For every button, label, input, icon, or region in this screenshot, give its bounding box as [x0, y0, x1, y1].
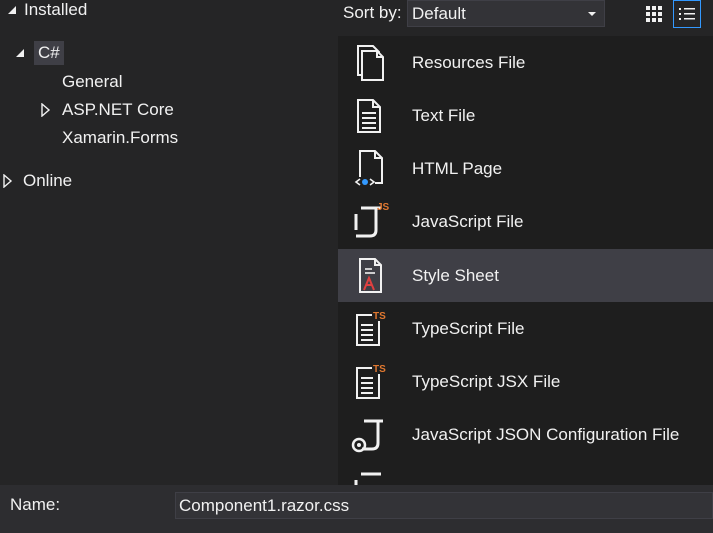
template-item-javascript-file[interactable]: JS JavaScript File — [338, 195, 713, 248]
chevron-down-icon — [588, 12, 596, 16]
expanded-triangle-icon — [8, 6, 16, 14]
sort-by-dropdown[interactable]: Default — [407, 0, 605, 27]
expanded-triangle-icon — [16, 49, 24, 57]
grid-view-icon — [646, 6, 662, 22]
typescript-file-icon: TS — [356, 308, 388, 346]
template-item-partial[interactable] — [338, 461, 713, 485]
name-field[interactable] — [175, 492, 713, 519]
template-item-typescript-jsx-file[interactable]: TS TypeScript JSX File — [338, 355, 713, 408]
javascript-json-config-icon — [351, 419, 383, 452]
sort-toolbar: Sort by: Default — [338, 0, 713, 36]
tree-label-online: Online — [23, 171, 73, 190]
template-label: HTML Page — [412, 158, 503, 178]
tree-label-general: General — [62, 72, 123, 91]
tree-node-installed[interactable]: Installed — [6, 0, 87, 23]
tree-label-installed: Installed — [24, 0, 88, 19]
template-label: JavaScript JSON Configuration File — [412, 424, 680, 444]
template-label: Style Sheet — [412, 265, 499, 285]
name-bar: Name: — [0, 485, 713, 533]
svg-text:TS: TS — [373, 311, 386, 322]
tree-node-csharp[interactable]: C# — [14, 40, 64, 66]
javascript-file-icon — [354, 472, 381, 485]
tree-label-csharp: C# — [34, 41, 64, 65]
template-item-html-page[interactable]: HTML Page — [338, 142, 713, 195]
tree-label-xamarin-forms: Xamarin.Forms — [62, 128, 179, 147]
sort-by-label: Sort by: — [343, 3, 402, 22]
template-item-style-sheet[interactable]: Style Sheet — [338, 249, 713, 302]
name-label: Name: — [10, 495, 61, 514]
style-sheet-icon — [359, 257, 382, 293]
html-page-icon — [354, 149, 383, 187]
sort-by-value: Default — [412, 4, 466, 23]
template-label: TypeScript JSX File — [412, 371, 561, 391]
template-item-text-file[interactable]: Text File — [338, 89, 713, 142]
tree-node-general[interactable]: General — [62, 69, 122, 95]
svg-text:TS: TS — [373, 364, 386, 375]
text-file-icon — [357, 98, 381, 133]
tree-node-xamarin-forms[interactable]: Xamarin.Forms — [62, 125, 178, 151]
template-category-tree: Installed C# General ASP.NET Core Xamari… — [0, 0, 338, 485]
collapsed-triangle-icon — [41, 103, 51, 117]
template-item-javascript-json-config[interactable]: JavaScript JSON Configuration File — [338, 408, 713, 461]
resources-file-icon — [357, 44, 384, 81]
svg-text:JS: JS — [377, 202, 390, 213]
list-view-button[interactable] — [673, 0, 701, 28]
tree-node-online[interactable]: Online — [2, 168, 72, 194]
template-label: TypeScript File — [412, 318, 525, 338]
collapsed-triangle-icon — [3, 174, 13, 188]
template-item-typescript-file[interactable]: TS TypeScript File — [338, 302, 713, 355]
template-label: Resources File — [412, 52, 526, 72]
tree-node-aspnet-core[interactable]: ASP.NET Core — [40, 97, 174, 123]
template-list: Resources File Text File HTML Page JS Ja… — [338, 36, 713, 485]
typescript-jsx-file-icon: TS — [356, 361, 388, 399]
tree-label-aspnet-core: ASP.NET Core — [62, 100, 174, 119]
javascript-file-icon: JS — [354, 202, 390, 237]
template-label: JavaScript File — [412, 211, 524, 231]
list-view-icon — [679, 8, 695, 20]
template-item-resources-file[interactable]: Resources File — [338, 36, 713, 89]
grid-view-button[interactable] — [640, 0, 668, 28]
template-label: Text File — [412, 105, 476, 125]
